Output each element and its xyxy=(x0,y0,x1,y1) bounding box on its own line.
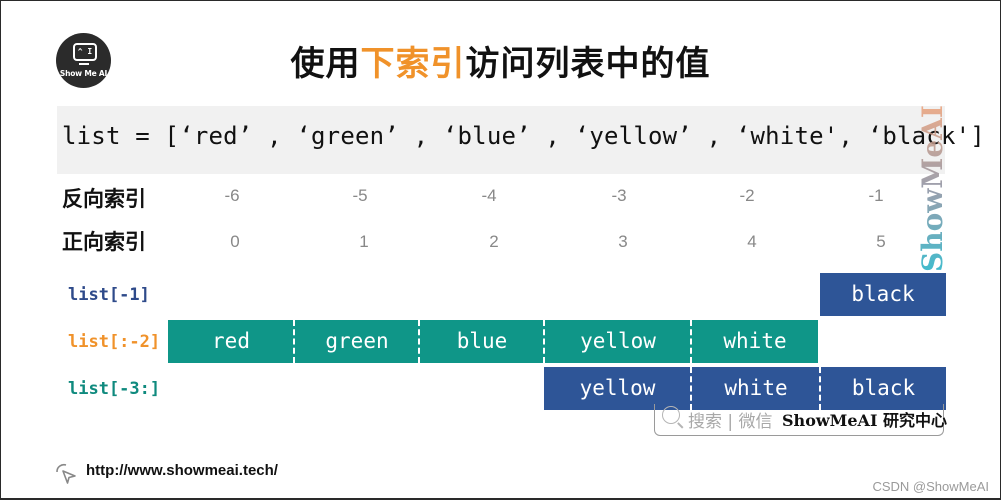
search-brand: ShowMeAI 研究中心 xyxy=(782,411,947,430)
website-link[interactable]: http://www.showmeai.tech/ xyxy=(86,462,278,479)
reverse-index-value: -5 xyxy=(352,186,368,205)
reverse-index-value: -1 xyxy=(868,186,884,205)
cursor-click-icon xyxy=(56,463,76,484)
slice-cell-black: black xyxy=(820,273,946,316)
slice-cell-yellow: yellow xyxy=(543,320,691,363)
csdn-credit: CSDN @ShowMeAI xyxy=(872,479,989,494)
list-definition-code: list = [‘red’ , ‘green’ , ‘blue’ , ‘yell… xyxy=(62,122,985,150)
forward-index-value: 1 xyxy=(359,232,369,251)
slice-cell-blue: blue xyxy=(418,320,544,363)
forward-index-value: 2 xyxy=(489,232,499,251)
showmeai-side-watermark: ShowMeAI xyxy=(916,100,949,278)
title-highlight: 下索引 xyxy=(360,44,466,84)
reverse-index-value: -3 xyxy=(611,186,627,205)
forward-index-value: 5 xyxy=(876,232,886,251)
search-icon xyxy=(662,406,680,424)
title-prefix: 使用 xyxy=(290,44,361,84)
reverse-index-value: -4 xyxy=(481,186,497,205)
reverse-index-label: 反向索引 xyxy=(62,187,146,211)
slice-cell-green: green xyxy=(293,320,419,363)
forward-index-value: 0 xyxy=(230,232,240,251)
slice-cell-red: red xyxy=(168,320,294,363)
slice-label-to-neg2: list[:-2] xyxy=(68,332,161,352)
title-suffix: 访问列表中的值 xyxy=(465,44,711,84)
slice-label-neg1: list[-1] xyxy=(68,285,150,305)
forward-index-label: 正向索引 xyxy=(62,230,146,254)
search-hint: 搜索 | 微信 xyxy=(688,412,773,432)
forward-index-value: 4 xyxy=(747,232,757,251)
slice-cell-white: white xyxy=(690,320,818,363)
slide-title: 使用下索引访问列表中的值 xyxy=(0,36,1001,85)
forward-index-value: 3 xyxy=(618,232,628,251)
slice-label-neg3-on: list[-3:] xyxy=(68,379,161,399)
reverse-index-value: -2 xyxy=(739,186,755,205)
reverse-index-value: -6 xyxy=(224,186,240,205)
